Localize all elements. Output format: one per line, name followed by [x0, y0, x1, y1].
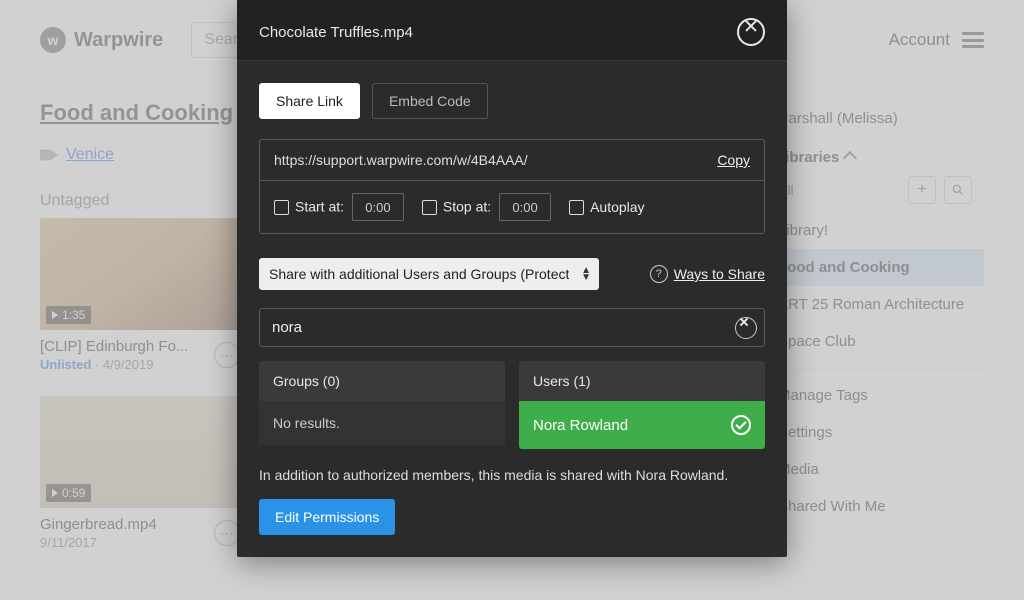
share-scope-select[interactable]: Share with additional Users and Groups (… [259, 258, 599, 290]
checkbox-icon [274, 200, 289, 215]
modal-title: Chocolate Truffles.mp4 [259, 24, 413, 41]
shared-with-message: In addition to authorized members, this … [259, 467, 765, 483]
groups-header: Groups (0) [259, 361, 505, 401]
ways-to-share[interactable]: ? Ways to Share [650, 265, 765, 283]
stop-at-option[interactable]: Stop at: [422, 193, 551, 221]
checkbox-icon [569, 200, 584, 215]
start-at-option[interactable]: Start at: [274, 193, 404, 221]
autoplay-option[interactable]: Autoplay [569, 199, 644, 216]
close-icon [739, 321, 753, 335]
clear-search-button[interactable] [735, 317, 757, 339]
groups-empty: No results. [259, 401, 505, 445]
help-icon: ? [650, 265, 668, 283]
share-modal: Chocolate Truffles.mp4 Share Link Embed … [237, 0, 787, 557]
groups-results: Groups (0) No results. [259, 361, 505, 449]
user-result[interactable]: Nora Rowland [519, 401, 765, 449]
users-results: Users (1) Nora Rowland [519, 361, 765, 449]
share-url[interactable]: https://support.warpwire.com/w/4B4AAA/ [274, 152, 707, 168]
share-url-box: https://support.warpwire.com/w/4B4AAA/ C… [259, 139, 765, 234]
stop-at-input[interactable] [499, 193, 551, 221]
edit-permissions-button[interactable]: Edit Permissions [259, 499, 395, 535]
users-header: Users (1) [519, 361, 765, 401]
modal-overlay: Chocolate Truffles.mp4 Share Link Embed … [0, 0, 1024, 600]
user-result-name: Nora Rowland [533, 417, 628, 434]
tab-embed-code[interactable]: Embed Code [372, 83, 488, 119]
tab-row: Share Link Embed Code [259, 83, 765, 119]
check-icon [731, 415, 751, 435]
close-button[interactable] [737, 18, 765, 46]
checkbox-icon [422, 200, 437, 215]
ways-to-share-link[interactable]: Ways to Share [674, 266, 765, 282]
copy-button[interactable]: Copy [717, 152, 750, 168]
tab-share-link[interactable]: Share Link [259, 83, 360, 119]
user-search-input[interactable] [259, 308, 765, 347]
close-icon [744, 25, 758, 39]
start-at-input[interactable] [352, 193, 404, 221]
